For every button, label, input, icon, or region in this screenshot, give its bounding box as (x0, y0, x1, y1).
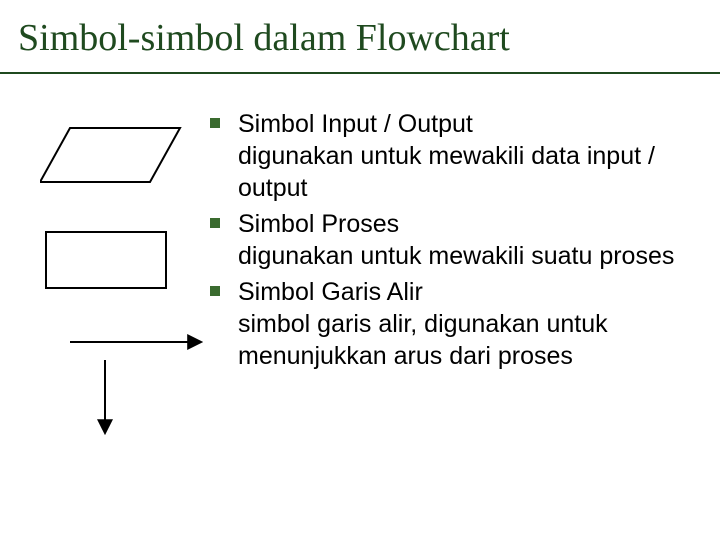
rectangle-icon (40, 224, 190, 304)
slide: Simbol-simbol dalam Flowchart Simbol Inp… (0, 0, 720, 540)
item-title: Simbol Input / Output (238, 108, 690, 140)
item-desc: simbol garis alir, digunakan untuk menun… (238, 308, 690, 372)
list-item: Simbol Input / Output digunakan untuk me… (210, 108, 690, 204)
flowline-icon (40, 332, 210, 442)
list-item: Simbol Proses digunakan untuk mewakili s… (210, 208, 690, 272)
list-item: Simbol Garis Alir simbol garis alir, dig… (210, 276, 690, 372)
title-underline (0, 72, 720, 74)
bullet-list: Simbol Input / Output digunakan untuk me… (210, 108, 690, 376)
bullet-icon (210, 286, 220, 296)
item-title: Simbol Garis Alir (238, 276, 690, 308)
item-desc: digunakan untuk mewakili data input / ou… (238, 140, 690, 204)
parallelogram-icon (40, 120, 190, 200)
bullet-icon (210, 118, 220, 128)
slide-title: Simbol-simbol dalam Flowchart (18, 18, 510, 60)
bullet-icon (210, 218, 220, 228)
item-title: Simbol Proses (238, 208, 690, 240)
symbol-illustrations (40, 120, 200, 442)
item-desc: digunakan untuk mewakili suatu proses (238, 240, 690, 272)
